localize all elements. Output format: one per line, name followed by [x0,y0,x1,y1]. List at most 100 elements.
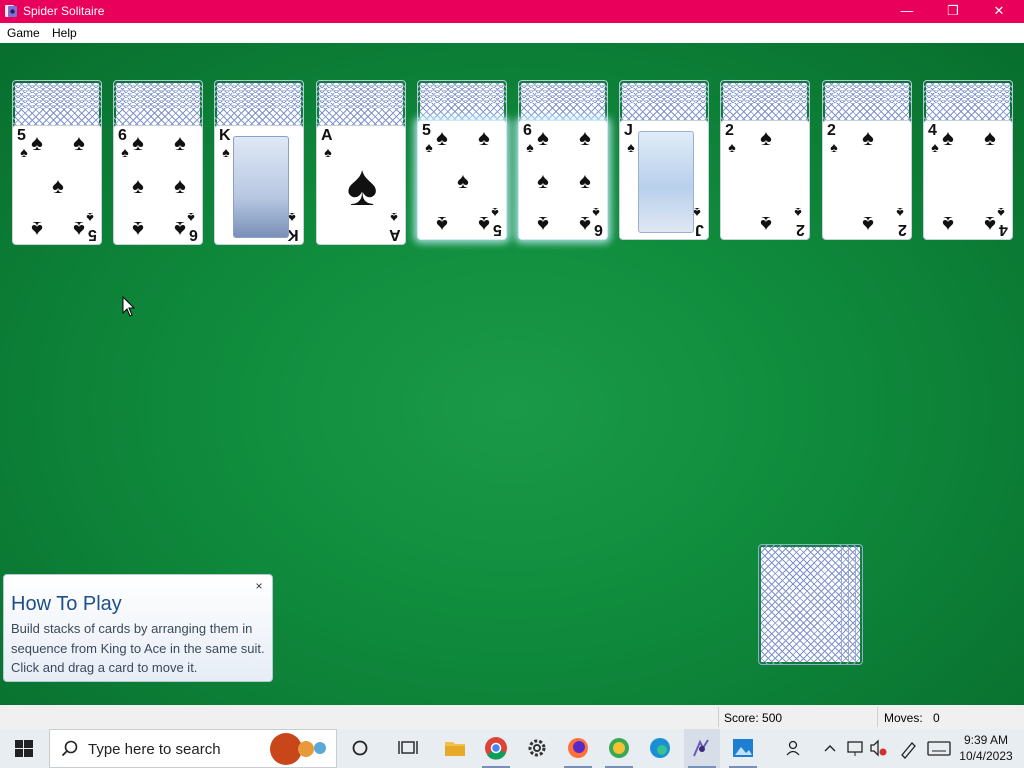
photos-app-icon[interactable] [726,729,760,768]
spider-solitaire-app-icon [5,5,17,17]
spade-icon: ♠ [222,144,230,160]
spade-icon: ♠ [537,212,549,237]
search-icon [61,740,78,757]
tableau-card[interactable]: 5 ♠ 5 ♠ ♠ ♠ ♠ ♠ ♠ [12,125,102,245]
minimize-button[interactable]: — [884,0,930,23]
edge-legacy-icon[interactable] [602,729,636,768]
file-explorer-icon[interactable] [438,729,472,768]
spade-icon: ♠ [132,130,144,155]
spider-solitaire-taskbar-icon[interactable] [684,729,720,768]
window-title: Spider Solitaire [23,4,105,18]
task-view-icon[interactable] [392,729,424,768]
network-icon[interactable] [845,729,865,768]
spade-icon: ♠ [579,212,591,237]
card-rank: 6 [118,127,127,144]
spade-icon: ♠ [830,139,838,155]
chrome-icon[interactable] [479,729,513,768]
people-icon[interactable] [784,729,806,768]
king-card-artwork [233,136,289,238]
close-tip-button[interactable]: × [252,579,266,593]
settings-gear-icon[interactable] [520,729,554,768]
spade-icon: ♠ [457,168,469,193]
spade-icon: ♠ [436,125,448,150]
tableau-card[interactable]: 6 ♠ 6 ♠ ♠ ♠ ♠ ♠ ♠ ♠ [518,120,608,240]
spade-icon: ♠ [862,212,874,237]
cortana-icon[interactable] [344,729,376,768]
spade-icon: ♠ [73,130,85,155]
spade-icon: ♠ [942,212,954,237]
score-label: Score: 500 [724,711,783,725]
tableau-card[interactable]: 2 ♠ 2 ♠ ♠ ♠ [822,120,912,240]
moves-value: 0 [933,711,940,725]
spade-icon: ♠ [52,173,64,198]
spade-icon: ♠ [174,217,186,242]
card-rank: 5 [422,122,431,139]
search-highlight-planets-icon [270,733,326,765]
show-hidden-icons-chevron-icon[interactable] [822,729,838,768]
spade-icon: ♠ [174,130,186,155]
tableau-card[interactable]: A ♠ A ♠ ♠ [316,125,406,245]
spade-icon: ♠ [579,168,591,193]
card-rank: J [695,221,704,238]
spade-icon: ♠ [862,125,874,150]
spade-icon: ♠ [73,217,85,242]
volume-muted-icon[interactable] [868,729,888,768]
card-rank: 2 [796,221,805,238]
clock-time: 9:39 AM [963,733,1009,747]
card-rank: K [287,226,299,243]
stock-pile[interactable] [758,544,870,666]
spade-icon: ♠ [794,205,802,221]
card-rank: 2 [725,122,734,139]
tableau-card[interactable]: K ♠ K ♠ [214,125,304,245]
jack-card-artwork [638,131,694,233]
spade-icon: ♠ [132,173,144,198]
clock-date: 10/4/2023 [959,749,1013,763]
tableau-card[interactable]: 5 ♠ 5 ♠ ♠ ♠ ♠ ♠ ♠ [417,120,507,240]
spade-icon: ♠ [537,125,549,150]
edge-icon[interactable] [643,729,677,768]
card-rank: 6 [523,122,532,139]
spade-icon: ♠ [984,125,996,150]
windows-start-icon[interactable] [0,729,48,768]
tableau-card[interactable]: 2 ♠ 2 ♠ ♠ ♠ [720,120,810,240]
card-rank: A [321,127,333,144]
mouse-cursor-icon [122,296,136,317]
stock-card [758,544,842,665]
spade-icon: ♠ [760,212,772,237]
spade-icon: ♠ [537,168,549,193]
search-placeholder: Type here to search [88,741,221,758]
spade-icon: ♠ [942,125,954,150]
spade-icon: ♠ [346,153,378,218]
tableau-card[interactable]: J ♠ J ♠ [619,120,709,240]
spade-icon: ♠ [760,125,772,150]
spade-icon: ♠ [478,125,490,150]
menu-help[interactable]: Help [52,26,77,40]
menu-game[interactable]: Game [7,26,40,40]
firefox-icon[interactable] [561,729,595,768]
close-button[interactable]: ✕ [976,0,1022,23]
card-rank: 2 [827,122,836,139]
spade-icon: ♠ [31,130,43,155]
system-clock[interactable]: 9:39 AM 10/4/2023 [958,732,1014,764]
spade-icon: ♠ [627,139,635,155]
taskbar: Type here to search 9:39 AM 10/4/2023 [0,729,1024,768]
spade-icon: ♠ [436,212,448,237]
card-rank: J [624,122,633,139]
spade-icon: ♠ [31,217,43,242]
pen-workspace-icon[interactable] [897,729,919,768]
card-rank: 4 [928,122,937,139]
spade-icon: ♠ [579,125,591,150]
tableau-card[interactable]: 6 ♠ 6 ♠ ♠ ♠ ♠ ♠ ♠ ♠ [113,125,203,245]
card-rank: 5 [17,127,26,144]
how-to-play-panel: × How To Play Build stacks of cards by a… [3,574,273,682]
spade-icon: ♠ [728,139,736,155]
menu-bar: Game Help [0,23,1024,43]
spade-icon: ♠ [478,212,490,237]
tip-title: How To Play [11,593,122,615]
restore-button[interactable]: ❐ [930,0,976,23]
tip-body: Build stacks of cards by arranging them … [11,621,265,675]
spade-icon: ♠ [984,212,996,237]
touch-keyboard-icon[interactable] [925,729,953,768]
search-box[interactable]: Type here to search [49,729,337,768]
tableau-card[interactable]: 4 ♠ 4 ♠ ♠ ♠ ♠ ♠ [923,120,1013,240]
